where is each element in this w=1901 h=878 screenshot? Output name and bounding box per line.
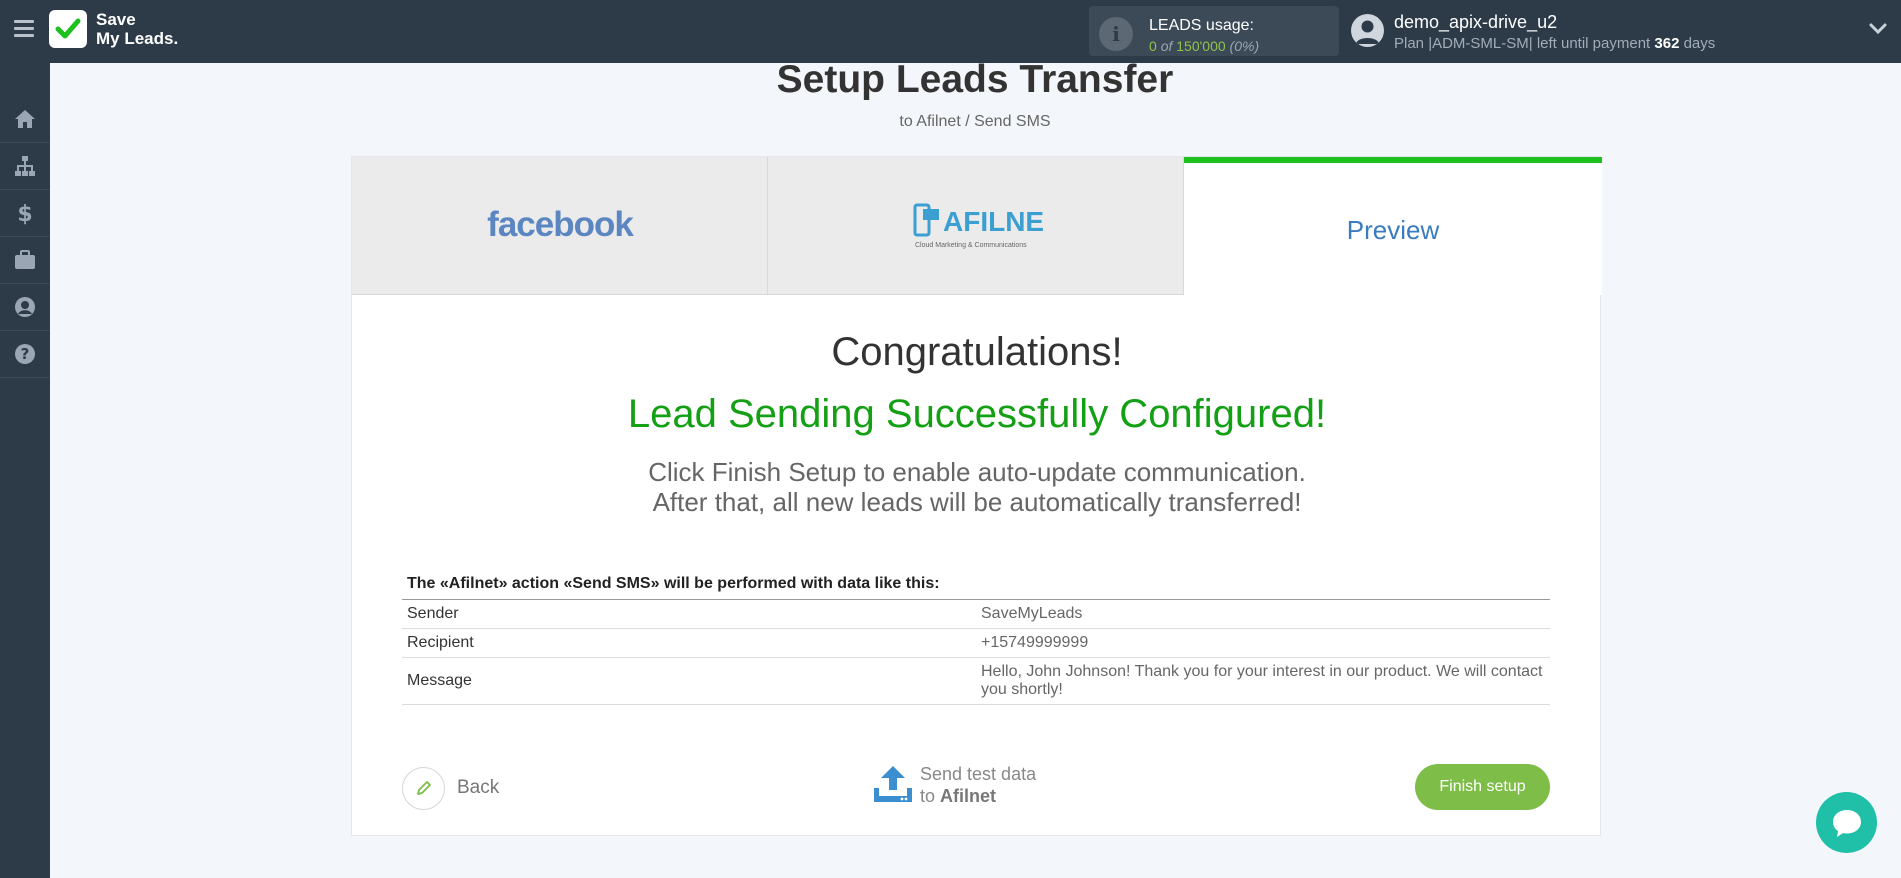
- congrats-heading: Congratulations!: [831, 330, 1123, 374]
- table-row: Recipient +15749999999: [402, 628, 1550, 658]
- preview-table: Sender SaveMyLeads Recipient +1574999999…: [402, 599, 1550, 705]
- briefcase-icon: [15, 250, 35, 269]
- svg-text:?: ?: [21, 345, 30, 363]
- back-button[interactable]: Back: [402, 766, 499, 810]
- table-row: Sender SaveMyLeads: [402, 599, 1550, 629]
- step-tabs: facebook AFILNET Cloud Marketing & Commu…: [352, 157, 1602, 295]
- sidebar-item-billing[interactable]: $: [0, 190, 50, 237]
- row-key: Recipient: [402, 628, 976, 658]
- sitemap-icon: [15, 156, 35, 176]
- user-icon: [15, 297, 35, 317]
- logo-text[interactable]: Save My Leads.: [96, 10, 178, 48]
- row-key: Sender: [402, 599, 976, 629]
- row-value: +15749999999: [976, 628, 1550, 658]
- chat-button[interactable]: [1816, 792, 1877, 853]
- info-text-line1: Click Finish Setup to enable auto-update…: [648, 457, 1306, 487]
- sidebar-item-account[interactable]: [0, 284, 50, 331]
- sidebar-item-help[interactable]: ?: [0, 331, 50, 378]
- upload-icon: [874, 766, 912, 802]
- row-value: Hello, John Johnson! Thank you for your …: [976, 657, 1550, 705]
- top-bar: Save My Leads. i LEADS usage: 0 of 150'0…: [0, 0, 1901, 63]
- row-value: SaveMyLeads: [976, 599, 1550, 629]
- chevron-down-icon[interactable]: [1868, 22, 1888, 36]
- sidebar-item-briefcase[interactable]: [0, 237, 50, 284]
- facebook-logo: facebook: [487, 205, 634, 244]
- svg-text:Cloud Marketing & Communicatio: Cloud Marketing & Communications: [915, 242, 1027, 249]
- chat-icon: [1832, 809, 1861, 837]
- tab-afilnet[interactable]: AFILNET Cloud Marketing & Communications: [768, 157, 1184, 295]
- dollar-icon: $: [17, 202, 32, 225]
- table-caption: The «Afilnet» action «Send SMS» will be …: [407, 575, 940, 592]
- row-key: Message: [402, 657, 976, 705]
- svg-text:AFILNET: AFILNET: [943, 206, 1043, 237]
- table-row: Message Hello, John Johnson! Thank you f…: [402, 657, 1550, 705]
- info-text-line2: After that, all new leads will be automa…: [652, 487, 1302, 517]
- finish-setup-button[interactable]: Finish setup: [1415, 764, 1550, 810]
- leads-usage-panel: i LEADS usage: 0 of 150'000 (0%): [1089, 6, 1339, 56]
- sidebar-item-connections[interactable]: [0, 143, 50, 190]
- logo-icon[interactable]: [49, 10, 87, 48]
- user-plan: Plan |ADM-SML-SM| left until payment 362…: [1394, 35, 1716, 52]
- avatar[interactable]: [1351, 14, 1384, 47]
- tab-facebook[interactable]: facebook: [352, 157, 768, 295]
- page-title: Setup Leads Transfer: [776, 58, 1174, 101]
- send-test-label: Send test data to Afilnet: [920, 764, 1037, 806]
- help-icon: ?: [15, 344, 35, 364]
- hamburger-menu-icon[interactable]: [14, 20, 34, 38]
- user-name[interactable]: demo_apix-drive_u2: [1394, 12, 1557, 33]
- usage-title: LEADS usage:: [1149, 17, 1254, 34]
- afilnet-logo: AFILNET Cloud Marketing & Communications: [913, 203, 1043, 249]
- success-message: Lead Sending Successfully Configured!: [627, 392, 1327, 436]
- send-test-data-button[interactable]: Send test data to Afilnet: [872, 763, 1036, 807]
- page-subtitle: to Afilnet / Send SMS: [899, 113, 1051, 130]
- setup-card: facebook AFILNET Cloud Marketing & Commu…: [351, 156, 1602, 836]
- tab-preview[interactable]: Preview: [1184, 157, 1602, 295]
- svg-text:$: $: [17, 202, 32, 225]
- sidebar: $ ?: [0, 63, 50, 878]
- info-icon: i: [1099, 17, 1133, 51]
- pencil-icon: [402, 766, 445, 810]
- back-label: Back: [457, 777, 500, 798]
- usage-value: 0 of 150'000 (0%): [1149, 38, 1260, 54]
- tab-preview-label: Preview: [1346, 215, 1440, 245]
